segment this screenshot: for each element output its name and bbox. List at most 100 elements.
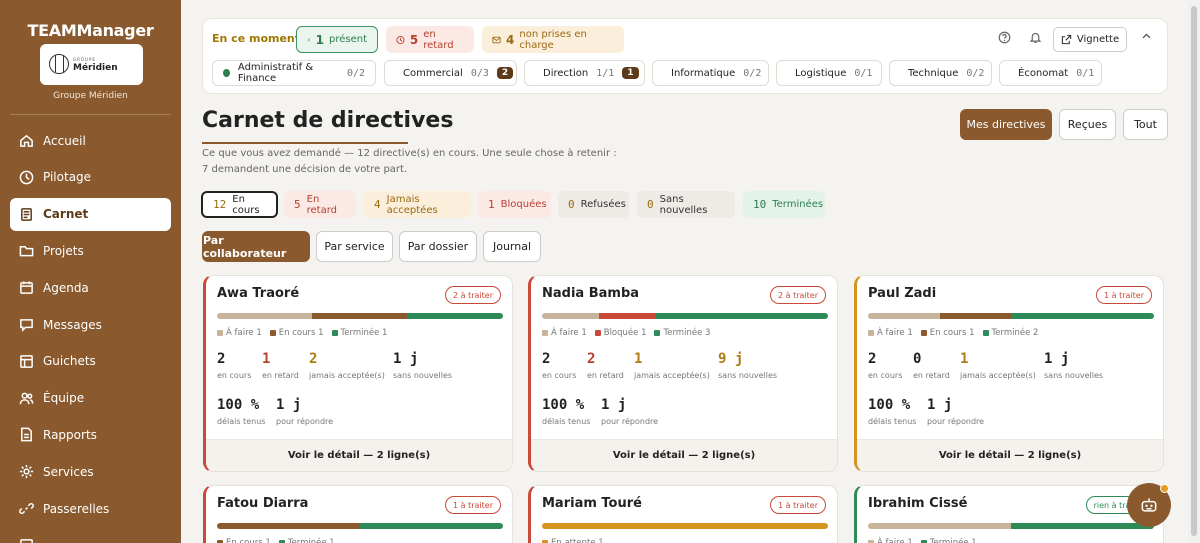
- help-icon[interactable]: [998, 31, 1011, 47]
- progress-segment: [360, 523, 503, 529]
- service-name: Informatique: [671, 67, 736, 79]
- stat-value: 2: [217, 351, 226, 367]
- card-detail-link[interactable]: Voir le détail — 2 ligne(s): [857, 439, 1163, 471]
- service-chip[interactable]: Informatique 0/2: [652, 60, 769, 86]
- service-chip[interactable]: Commercial 0/3 2: [384, 60, 517, 86]
- collaborator-card[interactable]: Ibrahim Cissé rien à traiter À faire 1 Term…: [854, 485, 1164, 543]
- service-chip[interactable]: Économat 0/1: [999, 60, 1102, 86]
- service-name: Administratif & Finance: [237, 62, 314, 84]
- sidebar-item-equipe[interactable]: Équipe: [10, 382, 171, 415]
- subtitle-line-1: Ce que vous avez demandé — 12 directive(…: [202, 148, 617, 159]
- sidebar-item-label: Passerelles: [43, 501, 110, 516]
- service-badge: 1: [622, 67, 639, 79]
- org-logo[interactable]: GROUPE Méridien: [40, 44, 143, 85]
- services-icon: [19, 465, 34, 479]
- progress-bar: [542, 523, 828, 529]
- stat-block: 1 en retard: [262, 351, 299, 380]
- stat-block: 2 en cours: [542, 351, 576, 380]
- legend-swatch: [920, 330, 927, 336]
- progress-legend: À faire 1 Terminée 1: [868, 538, 977, 543]
- stat-value: 2: [587, 351, 596, 367]
- sidebar-item-agenda[interactable]: Agenda: [10, 271, 171, 304]
- filter-label: Sans nouvelles: [659, 193, 708, 216]
- app-name: TEAMManager: [27, 21, 154, 40]
- collaborator-card[interactable]: Awa Traoré 2 à traiter À faire 1 En cours 1…: [203, 275, 513, 472]
- progress-segment: [656, 313, 828, 319]
- sidebar-item-pilotage[interactable]: Pilotage: [10, 161, 171, 194]
- sidebar-item-more[interactable]: [10, 529, 171, 543]
- filter-pill[interactable]: 0 Refusées: [558, 191, 629, 218]
- collaborator-card[interactable]: Nadia Bamba 2 à traiter À faire 1 Bloquée 1…: [528, 275, 838, 472]
- collaborator-card[interactable]: Paul Zadi 1 à traiter À faire 1 En cours 1 T…: [854, 275, 1164, 472]
- legend-label: Terminée 2: [991, 328, 1039, 338]
- service-chip[interactable]: Logistique 0/1: [776, 60, 882, 86]
- stat-label: en cours: [868, 371, 903, 380]
- filter-pill[interactable]: 5 En retard: [284, 191, 356, 218]
- legend-swatch: [654, 330, 661, 336]
- card-detail-link[interactable]: Voir le détail — 2 ligne(s): [206, 439, 512, 471]
- legend-item: En cours 1: [217, 538, 271, 543]
- sidebar-item-messages[interactable]: Messages: [10, 308, 171, 341]
- service-chip[interactable]: Technique 0/2: [889, 60, 992, 86]
- sidebar-item-rapports[interactable]: Rapports: [10, 418, 171, 451]
- filter-pill[interactable]: 12 En cours: [201, 191, 278, 218]
- sidebar-item-guichets[interactable]: Guichets: [10, 345, 171, 378]
- group-by-button[interactable]: Par dossier: [399, 231, 477, 262]
- progress-segment: [542, 313, 600, 319]
- stat-label: délais tenus: [217, 417, 266, 426]
- sidebar-item-projets[interactable]: Projets: [10, 234, 171, 267]
- scrollbar-thumb[interactable]: [1191, 6, 1197, 536]
- stat-block: 0 en retard: [913, 351, 950, 380]
- sidebar-item-label: Messages: [43, 317, 102, 332]
- late-chip[interactable]: 5 en retard: [386, 26, 474, 53]
- filter-label: Bloquées: [500, 199, 547, 210]
- vignette-button[interactable]: Vignette: [1053, 27, 1127, 52]
- card-detail-link[interactable]: Voir le détail — 2 ligne(s): [531, 439, 837, 471]
- sidebar-item-passerelles[interactable]: Passerelles: [10, 492, 171, 525]
- report-icon: [21, 428, 32, 442]
- stat-label: en retard: [262, 371, 299, 380]
- stat-label: en cours: [217, 371, 252, 380]
- service-ratio: 0/1: [1076, 67, 1095, 79]
- view-received-button[interactable]: Reçues: [1059, 109, 1116, 140]
- progress-segment: [312, 313, 408, 319]
- stat-label: pour répondre: [927, 417, 985, 426]
- view-mine-button[interactable]: Mes directives: [960, 109, 1052, 140]
- legend-label: Terminée 1: [340, 328, 388, 338]
- person-icon: [307, 37, 311, 42]
- legend-swatch: [331, 330, 338, 336]
- meridien-logo-icon: [49, 54, 69, 74]
- sidebar-item-services[interactable]: Services: [10, 455, 171, 488]
- service-chip[interactable]: Administratif & Finance 0/2: [212, 60, 376, 86]
- sidebar-item-carnet[interactable]: Carnet: [10, 197, 171, 231]
- filter-pill[interactable]: 10 Terminées: [743, 191, 825, 218]
- window-icon: [20, 354, 33, 368]
- bell-icon[interactable]: [1029, 31, 1042, 47]
- legend-item: À faire 1: [868, 538, 913, 543]
- group-by-button[interactable]: Par collaborateur: [202, 231, 310, 262]
- legend-item: À faire 1: [542, 328, 587, 338]
- filter-pill[interactable]: 0 Sans nouvelles: [637, 191, 735, 218]
- service-ratio: 0/2: [346, 67, 365, 79]
- stat-label: en cours: [542, 371, 577, 380]
- legend-label: En cours 1: [226, 538, 271, 543]
- progress-segment: [868, 523, 1011, 529]
- stat-label: pour répondre: [601, 417, 659, 426]
- present-chip[interactable]: 1 présent: [296, 26, 378, 53]
- assistant-button[interactable]: [1127, 483, 1171, 527]
- unhandled-chip[interactable]: 4 non prises en charge: [482, 26, 624, 53]
- progress-bar: [868, 313, 1154, 319]
- collapse-icon[interactable]: [1141, 31, 1152, 45]
- collaborator-card[interactable]: Mariam Touré 1 à traiter En attente 1: [528, 485, 838, 543]
- group-by-button[interactable]: Par service: [316, 231, 393, 262]
- legend-label: À faire 1: [877, 538, 913, 543]
- collaborator-card[interactable]: Fatou Diarra 1 à traiter En cours 1 Terminé…: [203, 485, 513, 543]
- scrollbar[interactable]: [1188, 0, 1200, 543]
- sidebar-item-accueil[interactable]: Accueil: [10, 124, 171, 157]
- service-chip[interactable]: Direction 1/1 1: [524, 60, 645, 86]
- filter-pill[interactable]: 1 Bloquées: [478, 191, 551, 218]
- group-by-button[interactable]: Journal: [483, 231, 541, 262]
- progress-segment: [1011, 313, 1154, 319]
- view-all-button[interactable]: Tout: [1123, 109, 1168, 140]
- filter-pill[interactable]: 4 Jamais acceptées: [364, 191, 471, 218]
